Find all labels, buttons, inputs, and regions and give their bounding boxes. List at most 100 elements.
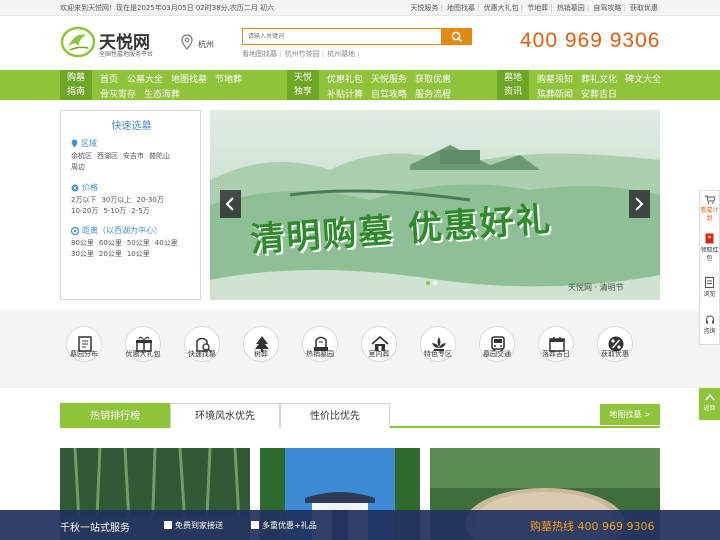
distance-option[interactable]: 50公里 xyxy=(127,239,150,247)
nav-item-service[interactable]: 天悦服务 xyxy=(371,72,407,85)
map-search-button[interactable]: 地图找墓 > xyxy=(600,404,660,425)
distance-option[interactable]: 10公里 xyxy=(127,250,150,258)
hot-link-map[interactable]: 看地图找墓 xyxy=(242,50,278,58)
nav-item-burial-date[interactable]: 安葬吉日 xyxy=(581,87,617,100)
quick-icon-cemetery-map[interactable]: 墓园分布 xyxy=(59,326,109,376)
top-bar: 欢迎来到天悦网！现在是2025年03月05日 02时38分,农历二月 初六 天悦… xyxy=(0,0,720,16)
nav-item-cemeteries[interactable]: 公墓大全 xyxy=(127,72,163,85)
banner-signature: 天悦网 · 清明节 xyxy=(568,283,624,292)
price-option[interactable]: 30万以上 xyxy=(101,196,131,204)
distance-option[interactable]: 20公里 xyxy=(99,250,122,258)
headset-icon xyxy=(705,315,714,324)
nav-tag-guide: 购墓 指南 xyxy=(60,70,92,100)
city-selector[interactable]: 杭州 xyxy=(181,34,221,50)
back-to-top-button[interactable]: 返回 xyxy=(699,388,720,420)
arrow-up-icon xyxy=(704,393,715,401)
nav-tag-exclusive: 天悦 独享 xyxy=(287,70,319,100)
hot-link-zhuchayuan[interactable]: 杭州竹茶园 xyxy=(285,50,321,58)
side-visit-plan[interactable]: 看墓计划 xyxy=(700,195,719,223)
distance-option[interactable]: 80公里 xyxy=(71,239,94,247)
quick-icon-indoor-burial[interactable]: 室内葬 xyxy=(354,326,404,376)
quick-icon-discount[interactable]: 获取优惠 xyxy=(590,326,640,376)
side-browse[interactable]: 浏览 xyxy=(700,277,719,299)
quick-icon-tree-burial[interactable]: 树葬 xyxy=(236,326,286,376)
quick-icon-special-zone[interactable]: 特色专区 xyxy=(413,326,463,376)
top-link-service[interactable]: 天悦服务 xyxy=(408,4,440,12)
nav-item-drive[interactable]: 自驾攻略 xyxy=(371,87,407,100)
quick-icon-transport[interactable]: 墓园交通 xyxy=(472,326,522,376)
quick-select-title: 快速选墓 xyxy=(111,121,152,132)
price-option[interactable]: 20-30万 xyxy=(136,196,163,204)
quick-icon-gift[interactable]: 优惠大礼包 xyxy=(118,326,168,376)
price-option[interactable]: 10-20万 xyxy=(71,207,98,215)
nav-item-sea-burial[interactable]: 生态海葬 xyxy=(144,87,180,100)
nav-item-epitaph[interactable]: 碑文大全 xyxy=(625,72,661,85)
region-option[interactable]: 普陀山 xyxy=(149,152,170,160)
region-section: 区域 余杭区 西湖区 安吉市 普陀山 周边 xyxy=(71,138,175,173)
quick-icon-burial-date[interactable]: 落葬吉日 xyxy=(531,326,581,376)
location-pin-icon xyxy=(181,34,193,50)
top-link-drive[interactable]: 自驾攻略 xyxy=(591,4,623,12)
nav-item-process[interactable]: 服务流程 xyxy=(415,87,451,100)
nav-item-map[interactable]: 地图找墓 xyxy=(171,72,207,85)
price-option[interactable]: 5-10万 xyxy=(103,207,126,215)
region-option[interactable]: 安吉市 xyxy=(123,152,144,160)
logo-icon[interactable] xyxy=(60,26,96,58)
tab-best-selling[interactable]: 热销排行榜 xyxy=(60,403,170,428)
bottom-service-bar: 千秋一站式服务 免费到家接送 多重优惠+礼品 购墓热线 400 969 9306 xyxy=(0,510,720,540)
discount-gift-check[interactable]: 多重优惠+礼品 xyxy=(251,520,317,531)
nav-item-culture[interactable]: 葬礼文化 xyxy=(581,72,617,85)
promo-banner[interactable]: 清明购墓 优惠好礼 天悦网 · 清明节 xyxy=(210,110,660,300)
banner-dots xyxy=(426,278,440,287)
top-link-gift[interactable]: 优惠大礼包 xyxy=(482,4,521,12)
side-consult[interactable]: 咨询 xyxy=(700,315,719,336)
red-packet-icon xyxy=(705,233,714,244)
nav-item-home[interactable]: 首页 xyxy=(100,72,118,85)
banner-dot[interactable] xyxy=(426,281,430,285)
price-section: ¥ 价格 2万以下 30万以上 20-30万 10-20万 5-10万 2-5万 xyxy=(71,182,169,217)
search-input[interactable] xyxy=(243,29,433,44)
distance-option[interactable]: 60公里 xyxy=(99,239,122,247)
top-link-eco-burial[interactable]: 节地葬 xyxy=(525,4,550,12)
hot-link-hangzhou[interactable]: 杭州墓地 xyxy=(327,50,356,58)
nav-item-gift[interactable]: 优惠礼包 xyxy=(327,72,363,85)
ranking-tabs: 热销排行榜 环境风水优先 性价比优先 xyxy=(60,403,660,428)
side-red-packet[interactable]: 领取红包 xyxy=(700,233,719,263)
distance-option[interactable]: 30公里 xyxy=(71,250,94,258)
nav-item-ash-storage[interactable]: 骨灰寄存 xyxy=(100,87,136,100)
checkbox-icon xyxy=(164,521,172,529)
price-option[interactable]: 2-5万 xyxy=(131,207,149,215)
region-pin-icon xyxy=(71,139,78,148)
nav-item-eco-burial[interactable]: 节地葬 xyxy=(215,72,242,85)
nav-tag-news: 墓地 资讯 xyxy=(497,70,529,100)
region-option[interactable]: 余杭区 xyxy=(71,152,92,160)
nav-item-notice[interactable]: 购墓须知 xyxy=(537,72,573,85)
banner-next-button[interactable] xyxy=(629,190,650,218)
nav-item-subsidy[interactable]: 补贴计算 xyxy=(327,87,363,100)
tab-environment[interactable]: 环境风水优先 xyxy=(170,403,280,428)
cart-icon xyxy=(704,195,716,204)
top-link-discount[interactable]: 获取优惠 xyxy=(628,4,660,12)
search-icon xyxy=(451,31,463,42)
banner-dot[interactable] xyxy=(433,281,437,285)
distance-section: 距离（以西湖为中心） 80公里 60公里 50公里 40公里 30公里 20公里 10公里 xyxy=(70,225,183,260)
banner-prev-button[interactable] xyxy=(220,190,241,218)
search-box xyxy=(242,28,442,45)
quick-icon-fast-search[interactable]: 快速找墓 xyxy=(177,326,227,376)
region-option[interactable]: 周边 xyxy=(71,163,85,171)
price-option[interactable]: 2万以下 xyxy=(71,196,96,204)
top-link-hot[interactable]: 热销墓园 xyxy=(555,4,587,12)
distance-heading: 距离（以西湖为中心） xyxy=(82,226,162,235)
city-name: 杭州 xyxy=(198,40,214,49)
region-option[interactable]: 西湖区 xyxy=(97,152,118,160)
welcome-text: 欢迎来到天悦网！现在是2025年03月05日 02时38分,农历二月 初六 xyxy=(60,4,275,12)
price-icon: ¥ xyxy=(71,184,79,192)
quick-icon-hot-cemetery[interactable]: 热销墓园 xyxy=(295,326,345,376)
search-button[interactable] xyxy=(442,28,472,45)
nav-item-funeral-news[interactable]: 殡葬新闻 xyxy=(537,87,573,100)
tab-value[interactable]: 性价比优先 xyxy=(280,403,390,428)
nav-item-discount[interactable]: 获取优惠 xyxy=(415,72,451,85)
top-link-map[interactable]: 地图找墓 xyxy=(445,4,477,12)
distance-option[interactable]: 40公里 xyxy=(155,239,178,247)
free-pickup-check[interactable]: 免费到家接送 xyxy=(164,520,223,531)
